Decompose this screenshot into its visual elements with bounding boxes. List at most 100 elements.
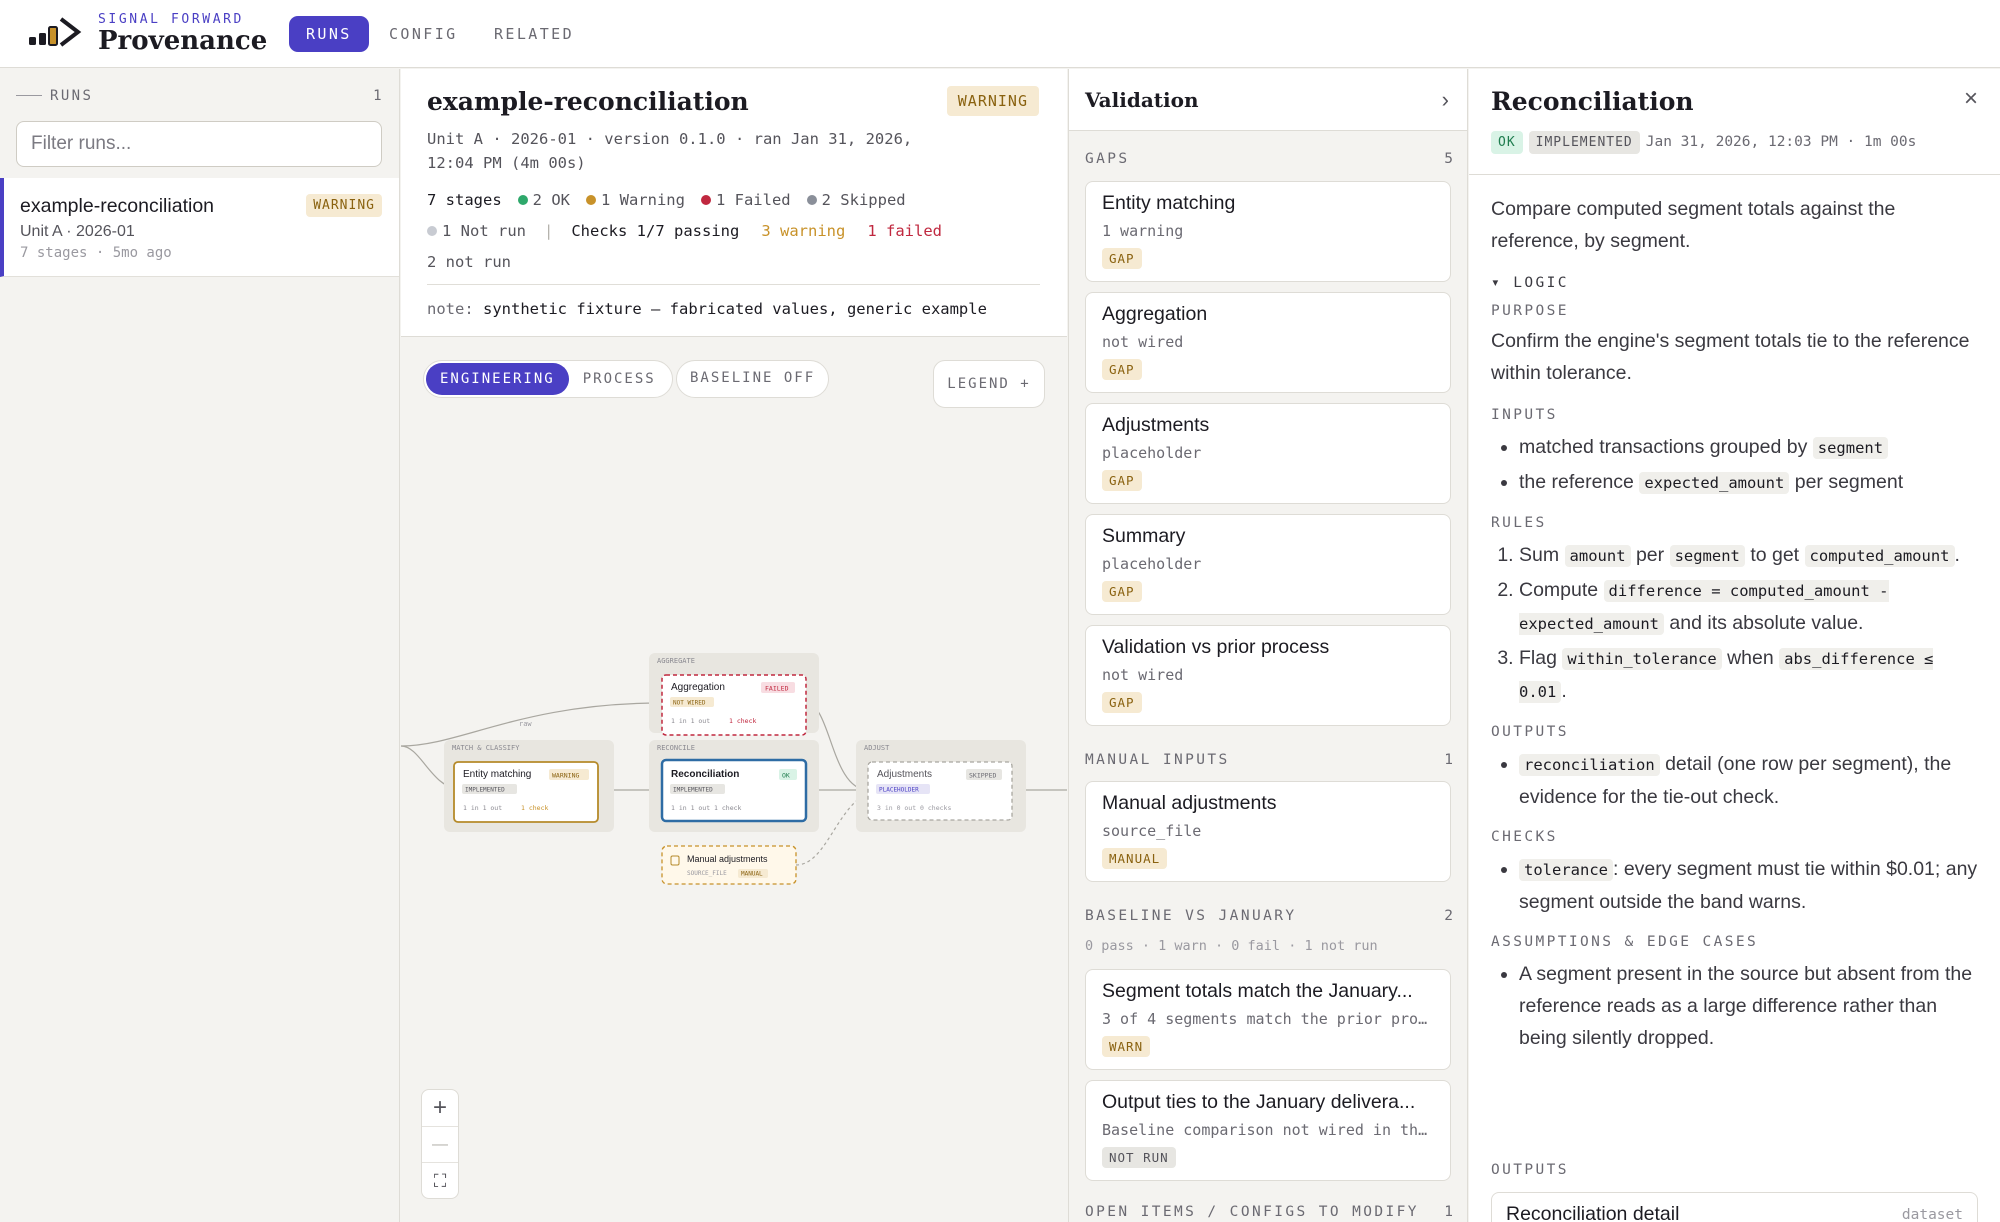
failed-dot [700, 195, 711, 205]
zoom-in-button[interactable]: + [422, 1090, 458, 1126]
assumption-item: A segment present in the source but abse… [1519, 958, 1981, 1054]
tab-process[interactable]: PROCESS [569, 363, 670, 395]
brand-subtitle: SIGNAL FORWARD [98, 12, 244, 27]
runs-heading: RUNS 1 [16, 88, 384, 104]
node-manual-adjustments: Manual adjustments SOURCE_FILE MANUAL [661, 845, 797, 885]
node-recon-io: 1 in 1 out 1 check [671, 804, 742, 812]
stats-separator: | [544, 222, 554, 240]
gap-badge: GAP [1102, 248, 1142, 269]
run-note: note: synthetic fixture — fabricated val… [427, 284, 1040, 318]
close-icon[interactable]: × [1964, 85, 1978, 113]
chevron-right-icon[interactable]: › [1442, 87, 1449, 113]
pipeline-canvas[interactable]: raw AGGREGATE Aggregation FAILED NOT WIR… [401, 338, 1067, 1222]
check-item: tolerance: every segment must tie within… [1519, 853, 1981, 918]
checks-label: CHECKS [1491, 829, 1558, 845]
card-title: Adjustments [1102, 414, 1210, 436]
detail-badges: OK IMPLEMENTED Jan 31, 2026, 12:03 PM · 1m… [1491, 131, 1916, 154]
assumptions-list: A segment present in the source but abse… [1491, 958, 1981, 1054]
detail-header: Reconciliation × OK IMPLEMENTED Jan 31, 20… [1469, 69, 2000, 175]
output-dataset-card[interactable]: Reconciliation detail dataset [1491, 1192, 1978, 1222]
edge-label-raw: raw [519, 720, 532, 728]
tab-engineering[interactable]: ENGINEERING [426, 363, 569, 395]
logic-toggle[interactable]: ▾ LOGIC [1491, 271, 1981, 295]
group-label-match: MATCH & CLASSIFY [452, 744, 520, 752]
gap-card[interactable]: Validation vs prior process not wired GAP [1085, 625, 1451, 726]
manual-input-card[interactable]: Manual adjustments source_file MANUAL [1085, 781, 1451, 882]
detail-timestamp: Jan 31, 2026, 12:03 PM · 1m 00s [1645, 134, 1917, 150]
detail-description: Compare computed segment totals against … [1491, 198, 1896, 252]
ok-count: 2 OK [532, 191, 570, 209]
baseline-check-card[interactable]: Output ties to the January delivera... Ba… [1085, 1080, 1451, 1181]
open-items-count: 1 [1444, 1204, 1453, 1220]
fit-view-icon[interactable]: ⛶ [422, 1162, 458, 1198]
gap-card[interactable]: Adjustments placeholder GAP [1085, 403, 1451, 504]
gap-card[interactable]: Aggregation not wired GAP [1085, 292, 1451, 393]
tab-runs[interactable]: RUNS [289, 16, 369, 52]
filter-runs-input[interactable] [16, 121, 382, 167]
legend-button[interactable]: LEGEND + [933, 360, 1045, 408]
run-subtitle: Unit A · 2026-01 [20, 223, 135, 240]
input-item: the reference expected_amount per segmen… [1519, 466, 1981, 499]
purpose-text: Confirm the engine's segment totals tie … [1491, 330, 1970, 384]
checks-list: tolerance: every segment must tie within… [1491, 853, 1981, 918]
output-card-kind: dataset [1901, 1207, 1963, 1222]
node-entity-title: Entity matching [463, 769, 531, 780]
card-subtitle: placeholder [1102, 444, 1202, 462]
baseline-check-card[interactable]: Segment totals match the January... 3 of … [1085, 969, 1451, 1070]
card-title: Entity matching [1102, 192, 1236, 214]
skipped-count: 2 Skipped [821, 191, 906, 209]
card-subtitle: not wired [1102, 666, 1184, 684]
run-meta: 7 stages · 5mo ago [20, 245, 172, 261]
gap-card[interactable]: Summary placeholder GAP [1085, 514, 1451, 615]
warning-count: 1 Warning [600, 191, 685, 209]
baseline-heading: BASELINE VS JANUARY 2 [1085, 908, 1453, 924]
node-recon-tag: IMPLEMENTED [673, 787, 713, 794]
node-adjust-tag: PLACEHOLDER [879, 787, 919, 794]
not-run-badge: NOT RUN [1102, 1147, 1176, 1168]
group-aggregate: AGGREGATE Aggregation FAILED NOT WIRED 1… [649, 653, 819, 736]
note-text: synthetic fixture — fabricated values, g… [483, 300, 987, 318]
manual-badge: MANUAL [1102, 848, 1168, 869]
outputs-label: OUTPUTS [1491, 724, 1569, 740]
card-title: Segment totals match the January... [1102, 980, 1413, 1002]
validation-panel: Validation › GAPS 5 Entity matching 1 warn… [1068, 69, 1468, 1222]
input-item: matched transactions grouped by segment [1519, 431, 1981, 464]
node-recon-title: Reconciliation [671, 769, 739, 780]
runs-heading-label: RUNS [50, 88, 94, 104]
impl-badge: IMPLEMENTED [1528, 131, 1640, 154]
stage-detail-panel: Reconciliation × OK IMPLEMENTED Jan 31, 20… [1469, 69, 2000, 1222]
top-bar: SIGNAL FORWARD Provenance RUNS CONFIG RE… [0, 0, 2000, 68]
validation-header: Validation › [1069, 69, 1467, 131]
not-run-dot [427, 226, 437, 236]
tab-related[interactable]: RELATED [477, 16, 591, 52]
outputs-list: reconciliation detail (one row per segme… [1491, 748, 1981, 813]
run-list-item[interactable]: example-reconciliation WARNING Unit A · … [0, 178, 399, 277]
gap-card[interactable]: Entity matching 1 warning GAP [1085, 181, 1451, 282]
rule-item: Flag within_tolerance when abs_differenc… [1519, 642, 1981, 708]
failed-count: 1 Failed [715, 191, 791, 209]
open-items-heading: OPEN ITEMS / CONFIGS TO MODIFY 1 [1085, 1204, 1453, 1220]
output-item: reconciliation detail (one row per segme… [1519, 748, 1981, 813]
zoom-out-button[interactable]: — [422, 1126, 458, 1162]
card-title: Manual adjustments [1102, 792, 1277, 814]
node-entity-check: 1 check [521, 804, 548, 812]
tab-config[interactable]: CONFIG [372, 16, 475, 52]
gaps-label: GAPS [1085, 151, 1130, 167]
run-stats: 7 stages 2 OK 1 Warning 1 Failed 2 Skipped 1… [427, 185, 1047, 278]
node-manual-title: Manual adjustments [687, 854, 768, 864]
card-title: Output ties to the January delivera... [1102, 1091, 1416, 1113]
not-run-count: 1 Not run [442, 222, 526, 240]
node-aggregation-tag: NOT WIRED [673, 700, 706, 707]
baseline-toggle[interactable]: BASELINE OFF [676, 360, 830, 398]
pipeline-graph[interactable]: raw AGGREGATE Aggregation FAILED NOT WIR… [401, 338, 1067, 1222]
warn-badge: WARN [1102, 1036, 1151, 1057]
card-title: Summary [1102, 525, 1186, 547]
node-aggregation-title: Aggregation [671, 682, 725, 693]
open-items-label: OPEN ITEMS / CONFIGS TO MODIFY [1085, 1204, 1419, 1220]
purpose-label: PURPOSE [1491, 303, 1569, 319]
node-entity-io: 1 in 1 out [463, 804, 502, 812]
rule-item: Compute difference = computed_amount - e… [1519, 574, 1981, 640]
node-aggregation-status: FAILED [765, 685, 789, 693]
inputs-list: matched transactions grouped by segment … [1491, 431, 1981, 499]
baseline-summary: 0 pass · 1 warn · 0 fail · 1 not run [1085, 938, 1378, 954]
